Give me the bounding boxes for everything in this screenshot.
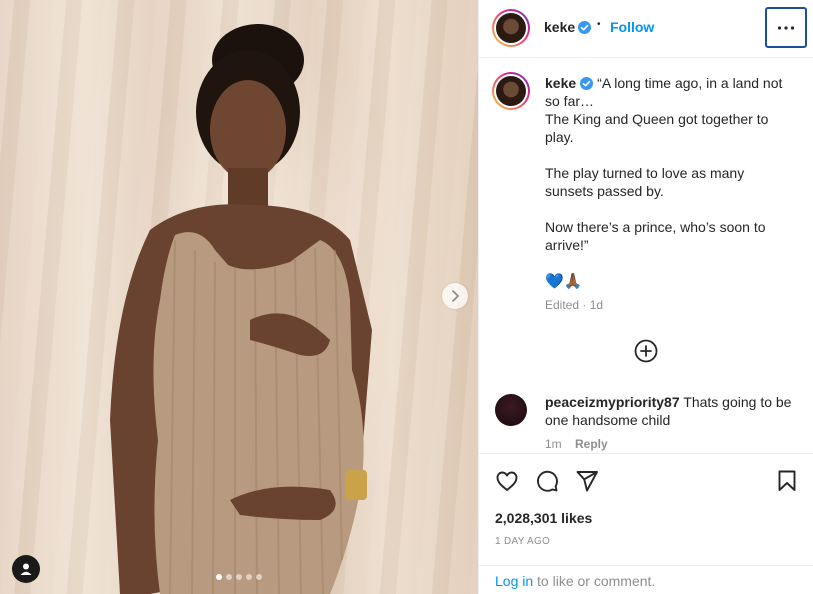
- login-prompt: Log in to like or comment.: [479, 565, 813, 594]
- carousel-dot: [256, 574, 262, 580]
- carousel-indicator: [216, 574, 262, 580]
- post-photo[interactable]: [0, 0, 478, 594]
- login-link[interactable]: Log in: [495, 573, 533, 589]
- post-time[interactable]: 1 DAY AGO: [495, 536, 550, 547]
- post-actions: 2,028,301 likes 1 DAY AGO: [479, 453, 813, 565]
- verified-badge-icon: [580, 77, 594, 90]
- photo-subject: [110, 24, 372, 594]
- comment-time: 1m: [545, 437, 562, 451]
- carousel-dot: [216, 574, 222, 580]
- bookmark-icon[interactable]: [775, 469, 799, 493]
- follow-button[interactable]: Follow: [610, 19, 654, 35]
- verified-badge-icon: [578, 21, 591, 34]
- likes-count[interactable]: 2,028,301 likes: [495, 510, 592, 526]
- next-image-button[interactable]: [442, 283, 468, 309]
- comment: peaceizmypriority87 Thats going to be on…: [545, 393, 795, 453]
- login-prompt-text: Log in to like or comment.: [495, 573, 655, 589]
- tagged-users-button[interactable]: [12, 555, 40, 583]
- login-prompt-rest: to like or comment.: [533, 573, 656, 589]
- commenter-username[interactable]: peaceizmypriority87: [545, 394, 680, 410]
- post-header: keke • Follow: [479, 0, 813, 58]
- comment-meta: 1m Reply: [545, 435, 795, 453]
- carousel-dot: [226, 574, 232, 580]
- heart-icon[interactable]: [495, 469, 519, 493]
- caption: keke “A long time ago, in a land not so f…: [545, 74, 790, 254]
- author-username[interactable]: keke: [544, 19, 575, 35]
- more-options-button[interactable]: [765, 7, 807, 48]
- user-tag-icon: [20, 563, 32, 575]
- paper-plane-icon[interactable]: [575, 469, 599, 493]
- more-options-icon: [777, 25, 795, 30]
- caption-emoji: 💙🙏🏾: [545, 273, 583, 290]
- caption-and-comments[interactable]: keke “A long time ago, in a land not so f…: [479, 59, 813, 453]
- edited-timestamp: Edited · 1d: [545, 298, 604, 312]
- author-avatar[interactable]: [492, 9, 530, 47]
- caption-author-avatar[interactable]: [492, 72, 530, 110]
- post-sidebar: keke • Follow keke “A long time ago, in a…: [478, 0, 813, 594]
- add-circle-icon[interactable]: [634, 339, 658, 363]
- carousel-dot: [246, 574, 252, 580]
- chevron-right-icon: [452, 290, 459, 302]
- reply-button[interactable]: Reply: [575, 437, 608, 451]
- commenter-avatar[interactable]: [495, 394, 527, 426]
- comment-icon[interactable]: [535, 469, 559, 493]
- header-separator: •: [597, 19, 601, 30]
- caption-text: “A long time ago, in a land not so far… …: [545, 75, 783, 253]
- carousel-dot: [236, 574, 242, 580]
- caption-username[interactable]: keke: [545, 75, 576, 91]
- post-modal: keke • Follow keke “A long time ago, in a…: [0, 0, 813, 594]
